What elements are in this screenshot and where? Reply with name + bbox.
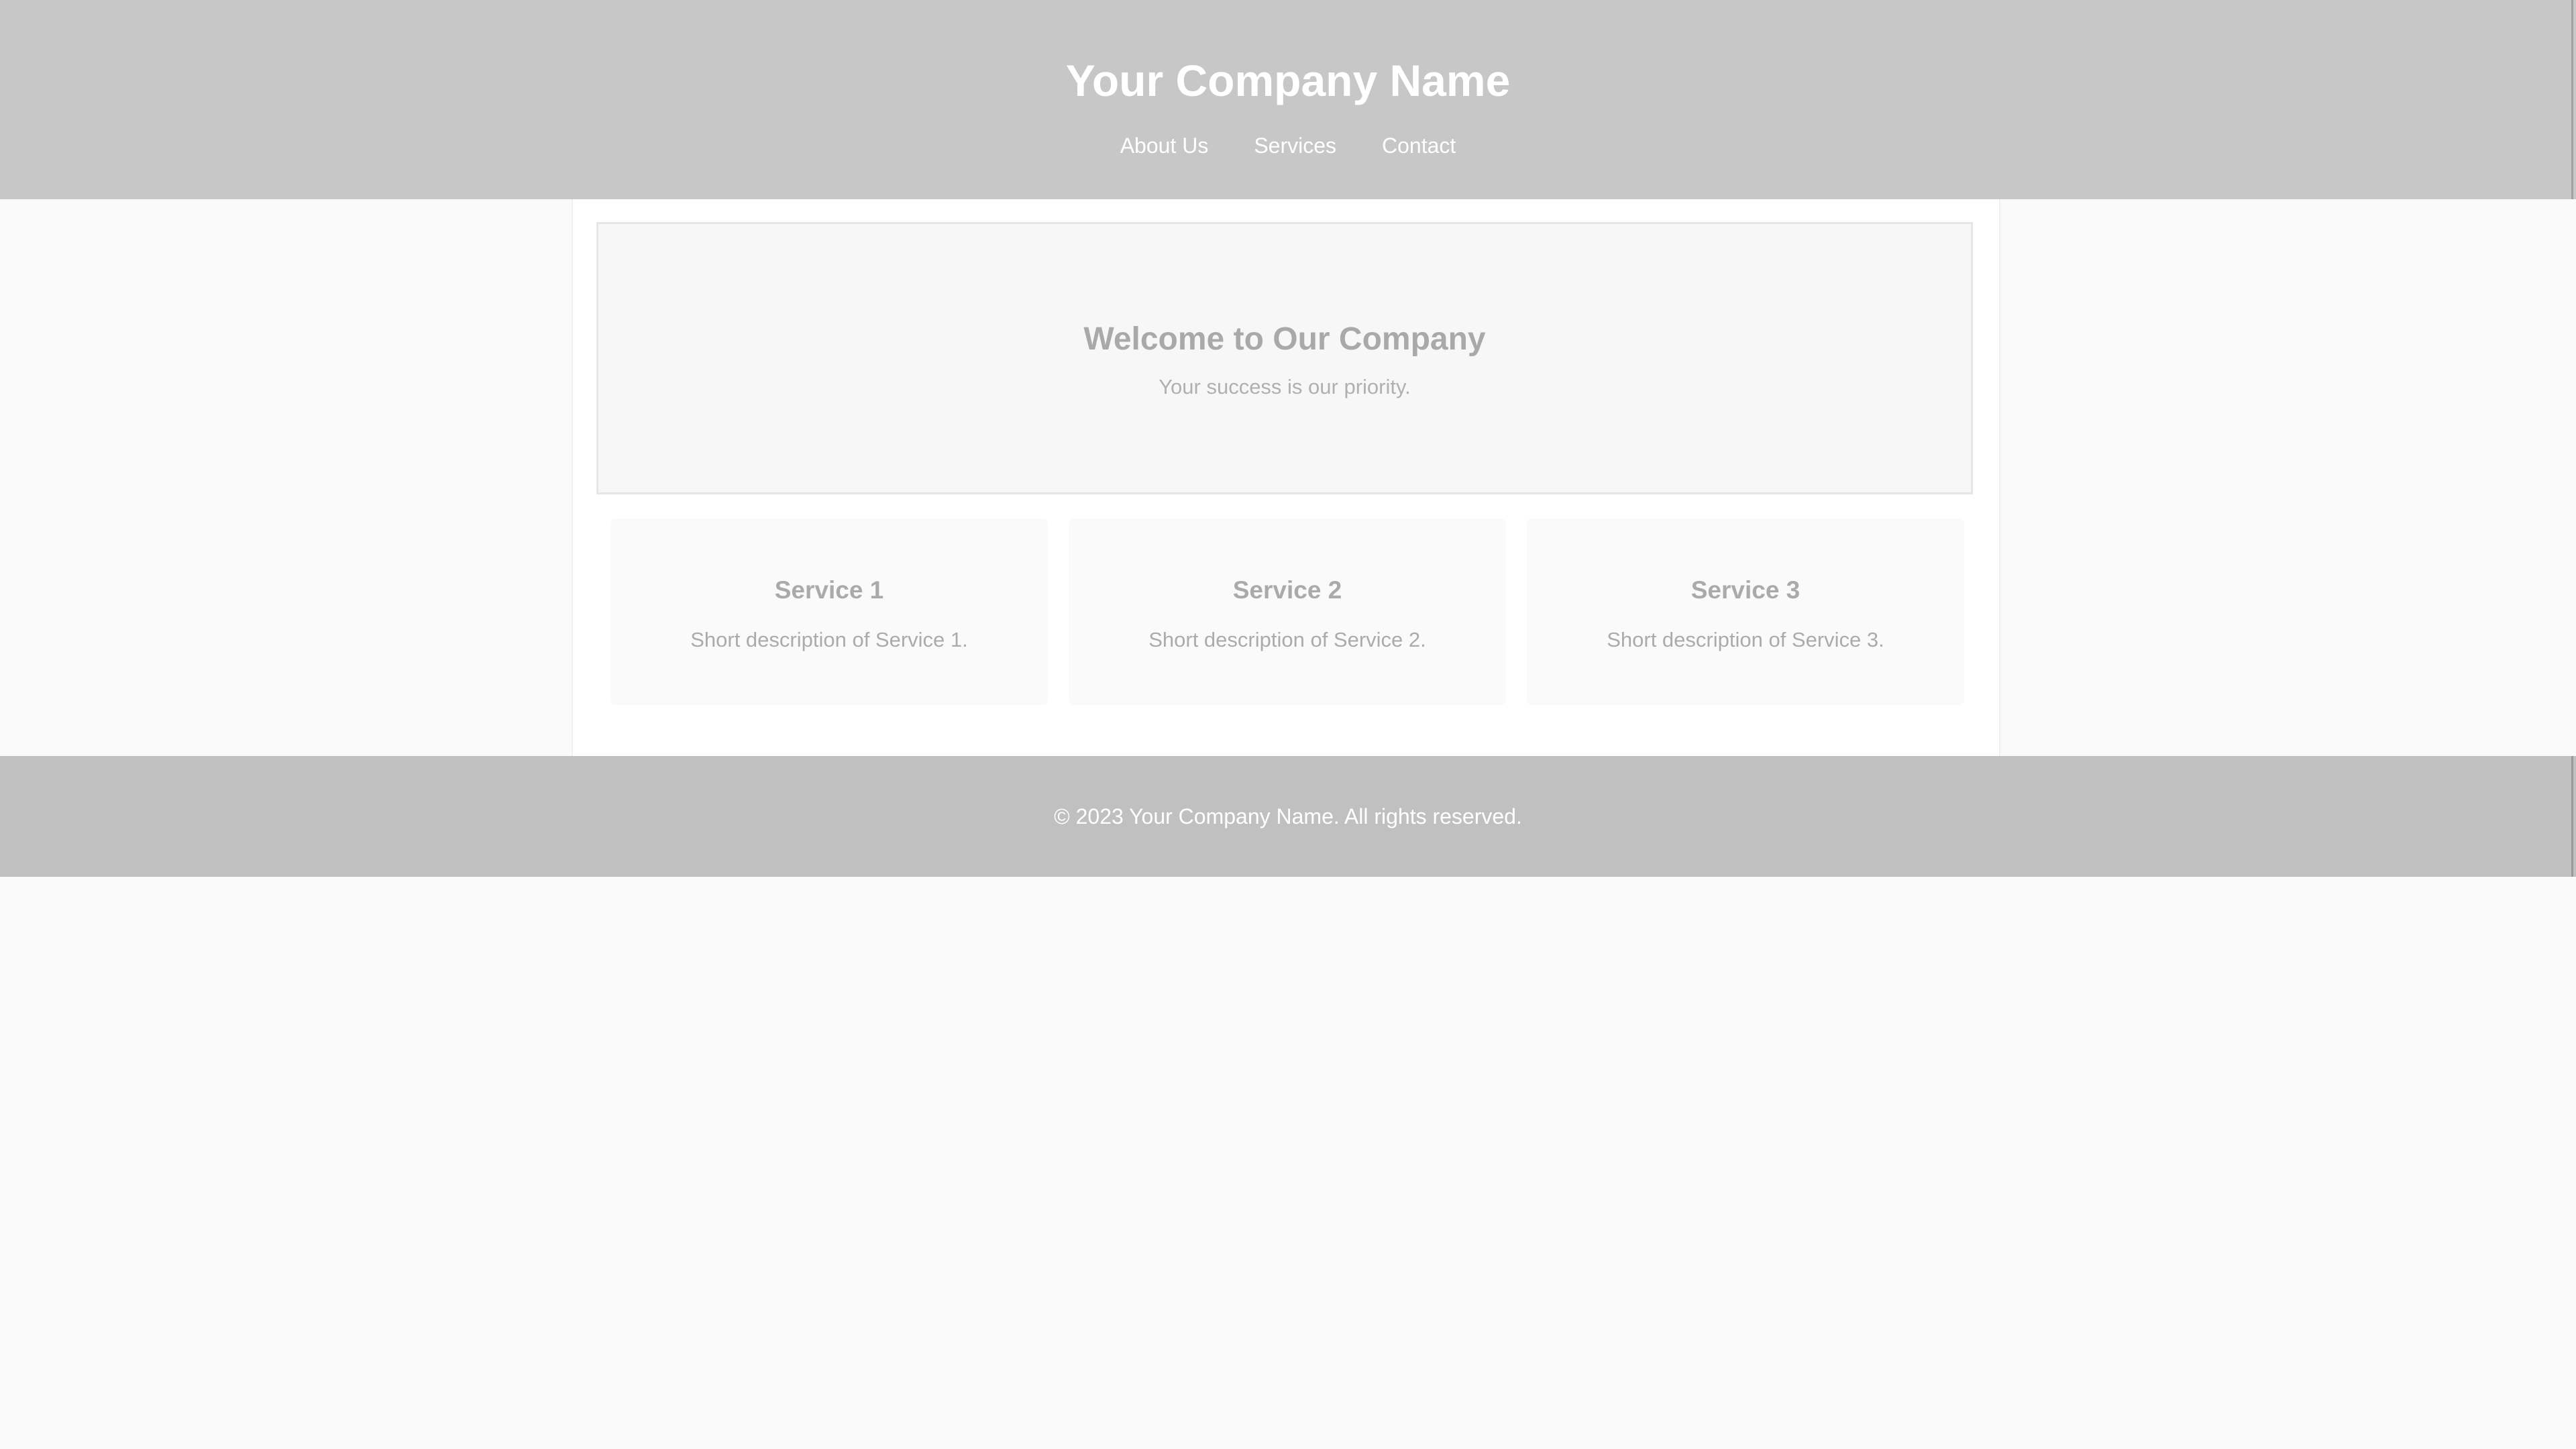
service-description: Short description of Service 1.: [690, 628, 968, 651]
site-header: Your Company Name About Us Services Cont…: [0, 0, 2576, 199]
footer-copyright: © 2023 Your Company Name. All rights res…: [1054, 804, 1522, 828]
nav-link-services[interactable]: Services: [1254, 131, 1336, 160]
header-scroll-edge: [2571, 0, 2573, 199]
main-nav: About Us Services Contact: [0, 131, 2576, 160]
hero-subtitle: Your success is our priority.: [1159, 375, 1411, 398]
site-title: Your Company Name: [1065, 56, 1511, 105]
footer-scroll-edge: [2571, 756, 2573, 877]
hero-title: Welcome to Our Company: [1083, 321, 1486, 357]
service-title: Service 1: [774, 576, 884, 604]
service-card-2: Service 2 Short description of Service 2…: [1069, 519, 1506, 705]
service-card-1: Service 1 Short description of Service 1…: [610, 519, 1048, 705]
nav-link-about-us[interactable]: About Us: [1120, 131, 1209, 160]
service-title: Service 2: [1232, 576, 1342, 604]
service-card-3: Service 3 Short description of Service 3…: [1527, 519, 1964, 705]
nav-link-contact[interactable]: Contact: [1382, 131, 1456, 160]
hero-section: Welcome to Our Company Your success is o…: [596, 222, 1973, 494]
service-description: Short description of Service 3.: [1607, 628, 1884, 651]
service-description: Short description of Service 2.: [1148, 628, 1426, 651]
service-title: Service 3: [1690, 576, 1801, 604]
site-footer: © 2023 Your Company Name. All rights res…: [0, 756, 2576, 877]
